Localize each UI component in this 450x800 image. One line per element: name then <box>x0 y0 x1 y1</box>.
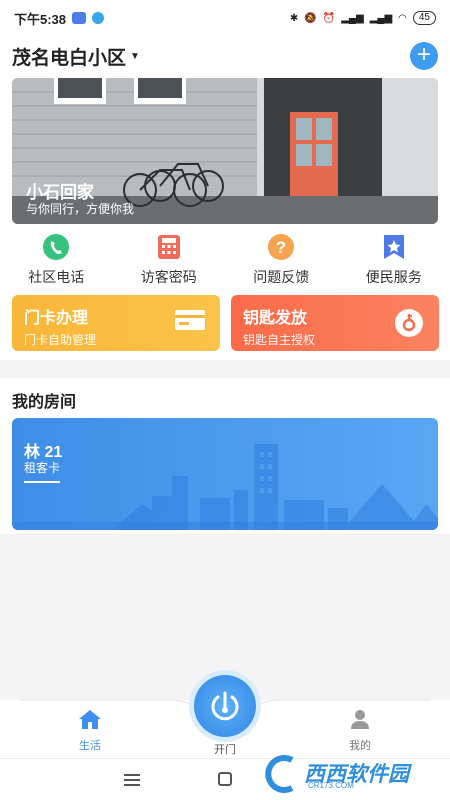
add-button[interactable]: + <box>410 42 438 70</box>
user-icon <box>320 708 400 735</box>
mute-icon: 🔕 <box>304 12 317 24</box>
quick-label: 社区电话 <box>28 269 85 285</box>
svg-text:?: ? <box>276 238 286 257</box>
bluetooth-icon: ✱ <box>289 12 299 24</box>
quick-visitor-password[interactable]: 访客密码 <box>113 232 226 292</box>
watermark-sub: CR173.COM <box>308 781 354 790</box>
phone-icon <box>41 232 71 262</box>
battery-indicator: 45 <box>412 11 436 25</box>
keypad-icon <box>154 232 184 262</box>
home-square-icon[interactable] <box>218 772 232 786</box>
tab-mine[interactable]: 我的 <box>320 708 400 753</box>
room-card[interactable]: 林 21 租客卡 <box>12 418 438 530</box>
section-title: 我的房间 <box>12 394 77 411</box>
caret-down-icon[interactable]: ▼ <box>130 51 140 62</box>
quick-label: 访客密码 <box>140 269 197 285</box>
tab-label: 我的 <box>349 740 371 752</box>
community-selector[interactable]: 茂名电白小区 <box>12 43 126 70</box>
power-key-icon <box>211 691 239 721</box>
city-skyline-illustration <box>12 444 438 530</box>
status-time: 下午5:38 <box>14 11 67 27</box>
alarm-icon: ⏰ <box>322 12 336 24</box>
top-header: 茂名电白小区 ▼ + <box>0 36 450 76</box>
banner[interactable]: 小石回家 与你同行，方便你我 <box>12 78 438 224</box>
watermark-logo: 西西软件园 CR173.COM <box>262 752 432 796</box>
home-icon <box>50 708 130 735</box>
tab-life[interactable]: 生活 <box>50 708 130 753</box>
quick-feedback[interactable]: ? 问题反馈 <box>225 232 338 292</box>
key-issue-button[interactable]: 钥匙发放 钥匙自主授权 <box>231 295 439 351</box>
status-icons: ✱ 🔕 ⏰ ▂▄▆ ▂▄▆ ◠ 45 <box>290 11 436 25</box>
menu-icon[interactable] <box>124 773 140 791</box>
watermark-icon <box>265 755 294 793</box>
quick-community-phone[interactable]: 社区电话 <box>0 232 113 292</box>
quick-label: 便民服务 <box>365 269 422 285</box>
signal-icon-2: ▂▄▆ <box>369 12 393 24</box>
banner-subtitle: 与你同行，方便你我 <box>26 202 135 216</box>
notification-bird-icon <box>92 12 105 24</box>
open-door-label: 开门 <box>214 744 236 756</box>
signal-icon: ▂▄▆ <box>341 12 364 24</box>
card-icon <box>174 308 206 337</box>
tab-label: 生活 <box>79 740 101 752</box>
star-bookmark-icon <box>379 232 409 262</box>
open-door-button[interactable] <box>194 675 256 737</box>
question-icon: ? <box>266 232 296 262</box>
room-card-type: 租客卡 <box>24 461 61 475</box>
quick-label: 问题反馈 <box>253 269 310 285</box>
door-card-button[interactable]: 门卡办理 门卡自助管理 <box>12 295 220 351</box>
divider <box>24 481 60 483</box>
wifi-icon: ◠ <box>398 12 407 24</box>
notification-app-icon <box>72 12 87 24</box>
quick-convenience-service[interactable]: 便民服务 <box>338 232 450 292</box>
quick-actions: 社区电话 访客密码 ? 问题反馈 便民服务 <box>0 232 450 292</box>
status-bar: 下午5:38 ✱ 🔕 ⏰ ▂▄▆ ▂▄▆ ◠ 45 <box>0 0 450 36</box>
key-icon <box>393 308 425 343</box>
